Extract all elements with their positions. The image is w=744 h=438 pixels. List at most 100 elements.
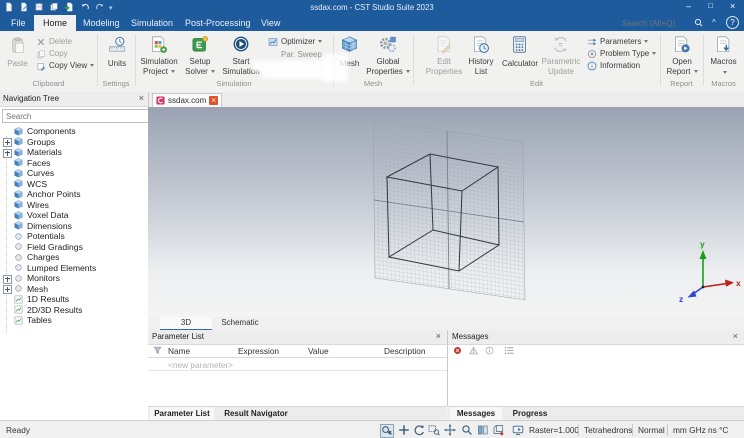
error-filter-icon[interactable]	[453, 346, 462, 355]
tab-modeling[interactable]: Modeling	[74, 15, 129, 31]
parametric-update-label2: Update	[548, 67, 574, 76]
viewport-3d[interactable]: y x z	[148, 107, 744, 317]
tab-view[interactable]: View	[252, 15, 289, 31]
minimize-button[interactable]: –	[686, 1, 691, 11]
tab-home[interactable]: Home	[34, 15, 77, 31]
column-name[interactable]: Name	[168, 346, 190, 356]
delete-button[interactable]: Delete	[49, 37, 72, 46]
simulation-project-button[interactable]: Simulation	[136, 57, 182, 66]
tab-3d[interactable]: 3D	[160, 317, 212, 331]
column-description[interactable]: Description	[384, 346, 426, 356]
close-button[interactable]: ×	[730, 1, 735, 11]
par-sweep-button[interactable]: Par. Sweep	[281, 50, 322, 59]
tab-result-navigator[interactable]: Result Navigator	[218, 407, 294, 420]
tree-item-mesh[interactable]: Mesh	[0, 284, 148, 294]
parameters-icon	[587, 37, 597, 47]
rotate-tool-icon[interactable]	[413, 424, 425, 436]
status-mode[interactable]: Normal	[638, 425, 665, 435]
tab-file[interactable]: File	[2, 15, 35, 31]
tree-item-anchor-points[interactable]: Anchor Points	[0, 189, 148, 200]
setup-solver-button[interactable]: Setup	[182, 57, 218, 66]
message-list-icon[interactable]	[504, 346, 515, 355]
tree-item-voxel-data[interactable]: Voxel Data	[0, 210, 148, 221]
cube-icon	[14, 179, 23, 188]
expand-icon[interactable]	[3, 138, 12, 147]
tree-item-2d3d-results[interactable]: 2D/3D Results	[0, 305, 148, 316]
tab-schematic[interactable]: Schematic	[212, 317, 268, 329]
parametric-update-button[interactable]: Parametric	[540, 57, 582, 66]
parameters-button[interactable]: Parameters	[600, 37, 649, 46]
tree-item-groups[interactable]: Groups	[0, 137, 148, 147]
tree-item-materials[interactable]: Materials	[0, 147, 148, 158]
optimizer-button[interactable]: Optimizer	[281, 37, 323, 46]
expand-icon[interactable]	[3, 285, 12, 294]
tree-item-1d-results[interactable]: 1D Results	[0, 294, 148, 305]
tree-item-components[interactable]: Components	[0, 126, 148, 137]
search-input[interactable]	[620, 17, 692, 30]
document-tab[interactable]: ssdax.com ×	[152, 93, 223, 108]
parameter-list-close-icon[interactable]: ×	[436, 331, 441, 342]
tab-simulation[interactable]: Simulation	[122, 15, 182, 31]
parametric-update-icon	[551, 35, 570, 54]
information-button[interactable]: Information	[600, 61, 640, 70]
zoom-region-tool-icon[interactable]	[428, 424, 440, 436]
tab-progress[interactable]: Progress	[506, 407, 554, 420]
help-icon[interactable]: ?	[726, 16, 739, 29]
copy-button[interactable]: Copy	[49, 49, 68, 58]
navigation-tree-close-icon[interactable]: ×	[139, 93, 144, 104]
messages-close-icon[interactable]: ×	[733, 331, 738, 342]
dropdown-arrow-icon	[644, 40, 649, 44]
select-tool-icon[interactable]	[398, 424, 410, 436]
global-properties-button[interactable]: Global	[366, 57, 410, 66]
title-bar: ▾ ssdax.com - CST Studio Suite 2023 – □ …	[0, 0, 744, 15]
tree-search-input[interactable]	[2, 109, 150, 123]
tree-item-charges[interactable]: Charges	[0, 252, 148, 263]
column-value[interactable]: Value	[308, 346, 329, 356]
tree-item-wires[interactable]: Wires	[0, 200, 148, 211]
tree-item-faces[interactable]: Faces	[0, 158, 148, 169]
tree-item-curves[interactable]: Curves	[0, 168, 148, 179]
status-mesh-type[interactable]: Tetrahedrons	[584, 425, 632, 435]
new-parameter-row[interactable]: <new parameter>	[148, 358, 447, 371]
units-button[interactable]: Units	[100, 59, 134, 68]
bounding-box-icon[interactable]	[492, 424, 504, 436]
tree-item-wcs[interactable]: WCS	[0, 179, 148, 190]
cube-icon	[14, 148, 23, 157]
document-tab-close-icon[interactable]: ×	[209, 96, 219, 105]
screen-capture-icon[interactable]	[512, 424, 524, 436]
edit-properties-button[interactable]: Edit	[424, 57, 464, 66]
column-expression[interactable]: Expression	[238, 346, 279, 356]
pick-zoom-tool-icon[interactable]	[380, 424, 394, 438]
calculator-button[interactable]: Calculator	[498, 59, 542, 68]
document-tab-label: ssdax.com	[168, 96, 207, 105]
expand-icon[interactable]	[3, 148, 12, 158]
copy-view-button[interactable]: Copy View	[49, 61, 95, 70]
warning-filter-icon[interactable]	[469, 346, 478, 355]
status-raster[interactable]: Raster=1.000	[529, 425, 579, 435]
expand-icon[interactable]	[3, 274, 12, 284]
status-units[interactable]: mm GHz ns °C	[673, 425, 728, 435]
tree-item-lumped-elements[interactable]: Lumped Elements	[0, 263, 148, 274]
tab-post-processing[interactable]: Post-Processing	[176, 15, 260, 31]
search-icon[interactable]	[694, 18, 703, 27]
tree-item-potentials[interactable]: Potentials	[0, 231, 148, 242]
collapse-ribbon-icon[interactable]: ^	[712, 18, 716, 27]
mesh-view-icon	[340, 35, 359, 54]
status-divider	[667, 424, 668, 436]
macros-button[interactable]: Macros	[703, 57, 744, 66]
tree-item-field-gradings[interactable]: Field Gradings	[0, 242, 148, 253]
split-view-icon[interactable]	[477, 424, 489, 436]
tree-item-monitors[interactable]: Monitors	[0, 273, 148, 284]
history-list-button[interactable]: History	[464, 57, 498, 66]
window-title: ssdax.com - CST Studio Suite 2023	[310, 3, 434, 12]
problem-type-button[interactable]: Problem Type	[600, 49, 657, 58]
maximize-button[interactable]: □	[708, 1, 713, 10]
info-filter-icon[interactable]	[485, 346, 494, 355]
pan-tool-icon[interactable]	[444, 424, 456, 436]
tree-item-dimensions[interactable]: Dimensions	[0, 221, 148, 232]
open-report-button[interactable]: Open	[662, 57, 702, 66]
tree-item-tables[interactable]: Tables	[0, 315, 148, 326]
filter-funnel-icon[interactable]	[153, 346, 162, 355]
zoom-tool-icon[interactable]	[461, 424, 473, 436]
paste-button[interactable]: Paste	[2, 59, 33, 68]
